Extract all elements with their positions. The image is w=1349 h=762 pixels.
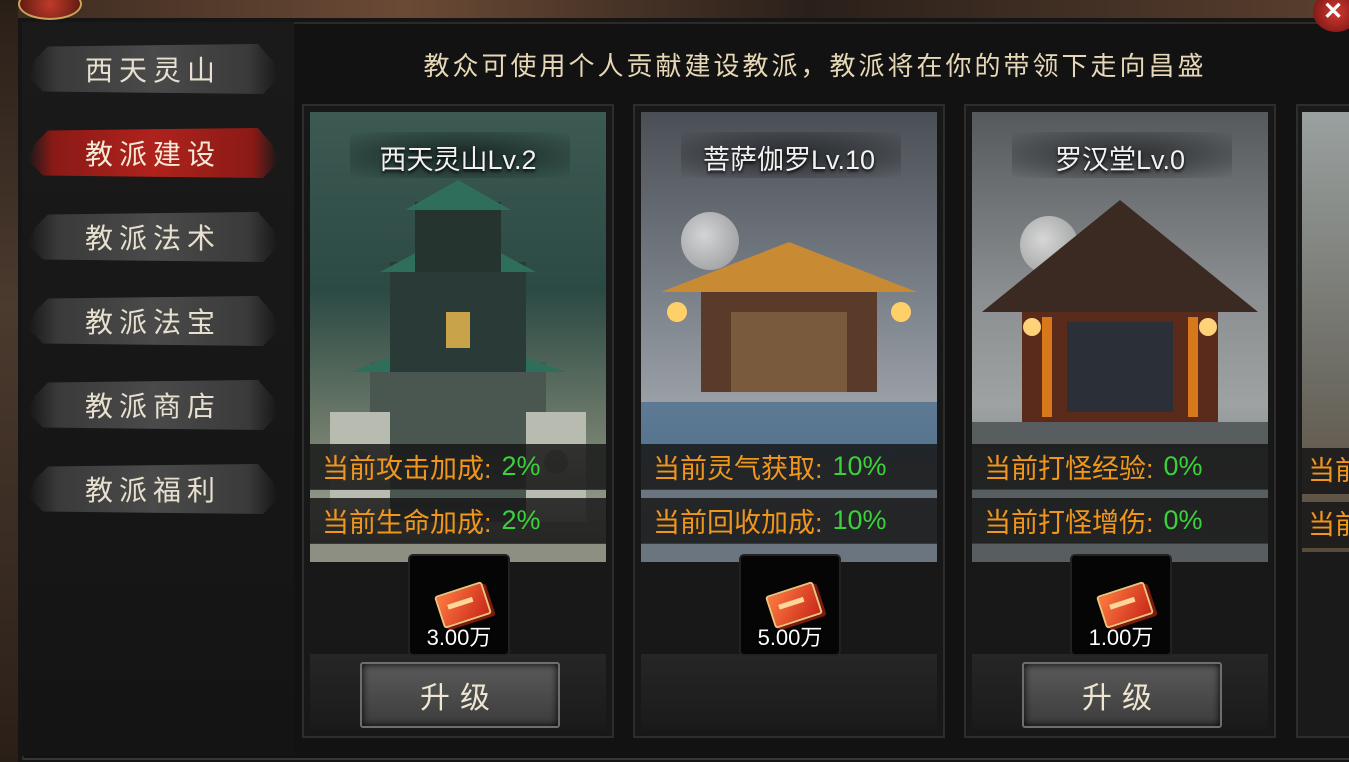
tab-sect-construction[interactable]: 教派建设: [28, 128, 278, 178]
upgrade-button[interactable]: 升级: [360, 662, 560, 728]
cost-amount: 5.00万: [757, 625, 823, 650]
stat-row: 当前攻击加成: 2%: [310, 444, 606, 490]
stat-label: 当前灵气获取:: [653, 454, 823, 484]
stat-row: 当前生命加成: 2%: [310, 498, 606, 544]
cost-slot[interactable]: 1.00万: [1070, 554, 1172, 656]
upgrade-button[interactable]: 升级: [1022, 662, 1222, 728]
window-frame-left: [0, 0, 18, 762]
stat-row: 当前灵气获取: 10%: [641, 444, 937, 490]
cost-slot[interactable]: 5.00万: [739, 554, 841, 656]
building-image: 西天灵山Lv.2: [310, 112, 606, 562]
building-image: 罗汉堂Lv.0: [972, 112, 1268, 562]
tab-sect-welfare[interactable]: 教派福利: [28, 464, 278, 514]
stat-row: 当前打怪经验: 0%: [972, 444, 1268, 490]
building-title: 西天灵山Lv.2: [379, 145, 537, 175]
stat-row: 当前回收加成: 10%: [641, 498, 937, 544]
stat-label: 当前: [1302, 502, 1349, 548]
stat-label: 当前生命加成:: [322, 508, 492, 538]
stat-value: 2%: [501, 505, 541, 535]
stat-value: 0%: [1163, 505, 1203, 535]
building-card-xitian: 西天灵山Lv.2 当前攻击加成: 2% 当前生命加成: 2% 3.00万 升级: [302, 104, 614, 738]
stat-label: 当前: [1302, 448, 1349, 494]
stat-value: 2%: [501, 451, 541, 481]
temple-illustration: [972, 200, 1268, 562]
cost-amount: 3.00万: [426, 625, 492, 650]
stat-label: 当前攻击加成:: [322, 454, 492, 484]
stat-label: 当前打怪增伤:: [984, 508, 1154, 538]
tab-sect-shop[interactable]: 教派商店: [28, 380, 278, 430]
stat-value: 10%: [832, 451, 887, 481]
building-card-pusa: 菩萨伽罗Lv.10 当前灵气获取: 10% 当前回收加成: 10% 5.00万: [633, 104, 945, 738]
tab-sect-treasures[interactable]: 教派法宝: [28, 296, 278, 346]
cost-slot[interactable]: 3.00万: [408, 554, 510, 656]
stat-label: 当前回收加成:: [653, 508, 823, 538]
building-title: 罗汉堂Lv.0: [1054, 145, 1186, 175]
tab-sect-spells[interactable]: 教派法术: [28, 212, 278, 262]
stat-value: 10%: [832, 505, 887, 535]
building-image: 菩萨伽罗Lv.10: [641, 112, 937, 562]
building-card-partial: 当前 当前: [1296, 104, 1349, 738]
cost-amount: 1.00万: [1088, 625, 1154, 650]
window-frame-top: [0, 0, 1349, 18]
stat-value: 0%: [1163, 451, 1203, 481]
temple-illustration: [310, 180, 606, 562]
stat-row: 当前打怪增伤: 0%: [972, 498, 1268, 544]
building-title: 菩萨伽罗Lv.10: [702, 145, 876, 175]
temple-illustration: [641, 242, 937, 562]
tab-xitian-lingshan[interactable]: 西天灵山: [28, 44, 278, 94]
card-footer: [641, 654, 937, 730]
building-card-luohan: 罗汉堂Lv.0 当前打怪经验: 0% 当前打怪增伤: 0% 1.00万 升级: [964, 104, 1276, 738]
stat-label: 当前打怪经验:: [984, 454, 1154, 484]
info-banner: 教众可使用个人贡献建设教派，教派将在你的带领下走向昌盛: [423, 52, 1207, 82]
